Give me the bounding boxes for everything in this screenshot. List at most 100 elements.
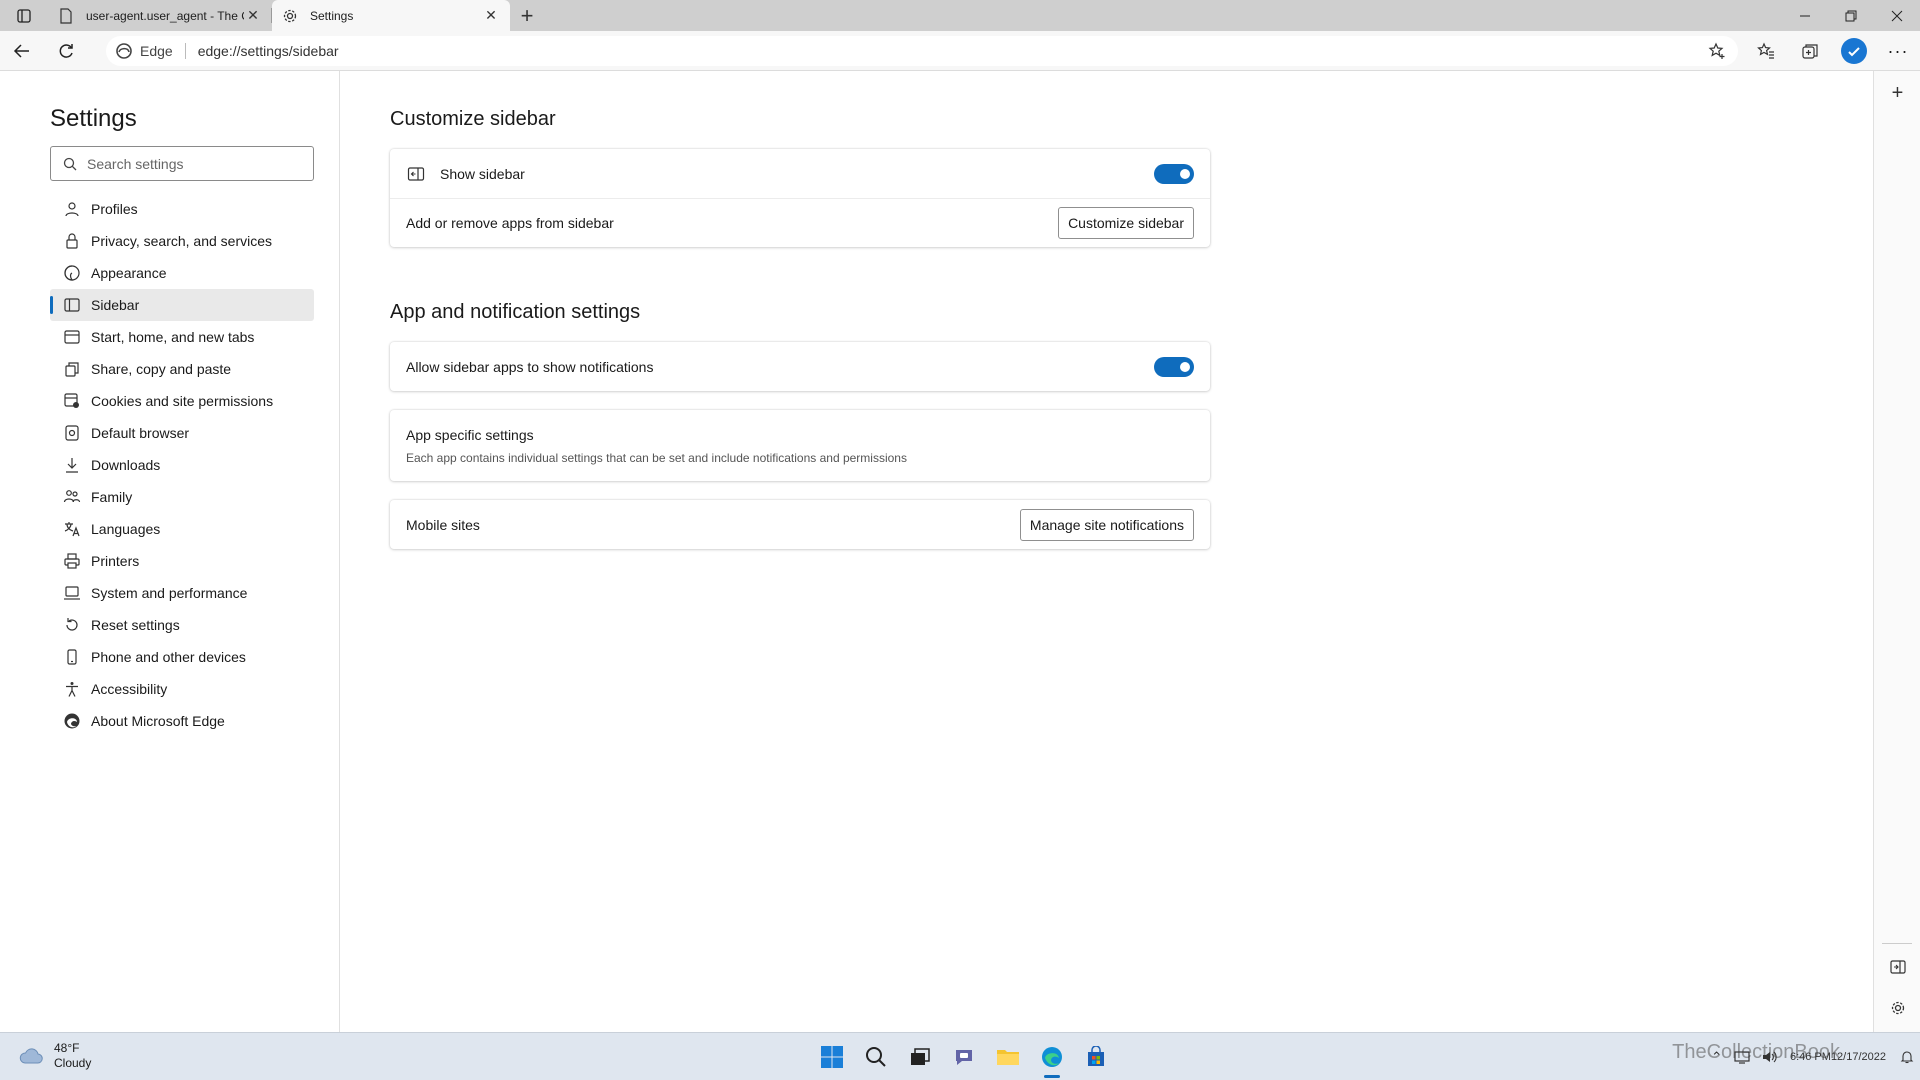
sidebar-item-appearance[interactable]: Appearance [50,257,314,289]
app-specific-description: Each app contains individual settings th… [406,450,907,465]
search-input[interactable] [87,155,287,172]
tab-user-agent[interactable]: user-agent.user_agent - The Coll ✕ [48,0,272,31]
collections-button[interactable] [1788,31,1832,71]
sidebar-item-about-microsoft-edge[interactable]: About Microsoft Edge [50,705,314,737]
customize-sidebar-button[interactable]: Customize sidebar [1058,207,1194,239]
gear-icon [282,8,298,24]
show-sidebar-label: Show sidebar [440,165,525,182]
allow-notifications-toggle[interactable] [1154,356,1194,377]
minimize-button[interactable] [1782,0,1828,31]
show-hidden-icons-button[interactable]: ⌃ [1705,1033,1728,1080]
refresh-button[interactable] [44,31,88,71]
back-button[interactable] [0,31,44,71]
start-button[interactable] [810,1035,854,1079]
divider [1882,943,1912,944]
profile-button[interactable] [1832,31,1876,71]
customize-card: Show sidebar Add or remove apps from sid… [390,149,1210,247]
sidebar-item-share-copy-and-paste[interactable]: Share, copy and paste [50,353,314,385]
sidebar-item-downloads[interactable]: Downloads [50,449,314,481]
mobile-sites-card: Mobile sites Manage site notifications [390,500,1210,549]
windows-taskbar: 48°F Cloudy TheCollectionBook ⌃ 6:46 PM … [0,1032,1920,1080]
sidebar-item-start-home-and-new-tabs[interactable]: Start, home, and new tabs [50,321,314,353]
sidebar-item-privacy-search-and-services[interactable]: Privacy, search, and services [50,225,314,257]
url-text[interactable]: edge://settings/sidebar [198,43,339,59]
search-icon [63,157,77,170]
page-title: Settings [50,105,137,132]
system-tray: ⌃ 6:46 PM 12/17/2022 [1705,1033,1920,1080]
sidebar-icon [406,164,426,184]
tab-title: Settings [310,8,354,23]
share-icon [63,360,81,378]
sidebar-item-family[interactable]: Family [50,481,314,513]
teams-chat-button[interactable] [942,1035,986,1079]
manage-site-notifications-button[interactable]: Manage site notifications [1019,508,1194,541]
sidebar-item-sidebar[interactable]: Sidebar [50,289,314,321]
tab-settings[interactable]: Settings ✕ [272,0,510,31]
close-icon[interactable]: ✕ [482,7,500,25]
search-icon [866,1047,886,1067]
chevron-up-icon: ⌃ [1711,1049,1722,1064]
hide-sidebar-button[interactable] [1874,949,1920,985]
toolbar-right: ··· [1744,31,1920,71]
add-sidebar-app-button[interactable]: + [1874,75,1920,111]
reset-icon [63,616,81,634]
sidebar-item-accessibility[interactable]: Accessibility [50,673,314,705]
plus-icon: + [520,2,534,28]
clock-time: 6:46 PM [1789,1050,1831,1063]
sidebar-item-printers[interactable]: Printers [50,545,314,577]
close-window-button[interactable] [1874,0,1920,31]
file-explorer-button[interactable] [986,1035,1030,1079]
sidebar-item-label: Printers [91,553,140,569]
notifications-button[interactable] [1894,1033,1920,1080]
favorites-button[interactable] [1744,31,1788,71]
search-box[interactable] [50,146,314,181]
app-specific-title: App specific settings [406,426,534,443]
sidebar-item-system-and-performance[interactable]: System and performance [50,577,314,609]
nav-list: Profiles Privacy, search, and services App… [50,193,314,737]
sidebar-item-label: Cookies and site permissions [91,393,274,409]
task-view-button[interactable] [898,1035,942,1079]
collections-icon [1802,44,1818,59]
page-icon [58,7,74,24]
new-tab-button[interactable]: + [510,0,544,31]
task-view-icon [911,1048,930,1065]
close-icon[interactable]: ✕ [244,7,262,25]
section-title-notifications: App and notification settings [390,301,641,323]
address-bar[interactable]: Edge edge://settings/sidebar [106,36,1738,66]
sidebar-item-reset-settings[interactable]: Reset settings [50,609,314,641]
tab-actions-button[interactable] [0,0,48,31]
more-menu-button[interactable]: ··· [1876,31,1920,71]
sidebar-item-phone-and-other-devices[interactable]: Phone and other devices [50,641,314,673]
site-info-badge[interactable]: Edge [116,43,185,59]
edge-logo-icon [63,712,81,730]
allow-notifications-row: Allow sidebar apps to show notifications [390,342,1210,391]
sidebar-item-label: Start, home, and new tabs [91,329,255,345]
speaker-icon [1762,1051,1777,1063]
sidebar-item-cookies-and-site-permissions[interactable]: Cookies and site permissions [50,385,314,417]
sidebar-item-profiles[interactable]: Profiles [50,193,314,225]
taskbar-search-button[interactable] [854,1035,898,1079]
show-sidebar-toggle[interactable] [1154,163,1194,184]
phone-icon [63,648,81,666]
store-button[interactable] [1074,1035,1118,1079]
accessibility-icon [63,680,81,698]
weather-condition: Cloudy [54,1056,92,1070]
cookies-icon [63,392,81,410]
clock-date: 12/17/2022 [1830,1050,1886,1063]
sidebar-item-label: About Microsoft Edge [91,713,225,729]
add-favorite-button[interactable] [1708,42,1726,63]
clock-button[interactable]: 6:46 PM 12/17/2022 [1784,1033,1894,1080]
network-button[interactable] [1728,1033,1756,1080]
restore-button[interactable] [1828,0,1874,31]
restore-icon [1845,10,1857,21]
volume-button[interactable] [1756,1033,1784,1080]
cloud-icon [19,1048,43,1064]
edge-taskbar-button[interactable] [1030,1035,1074,1079]
sidebar-item-languages[interactable]: Languages [50,513,314,545]
printer-icon [63,552,81,570]
sidebar-settings-button[interactable] [1874,990,1920,1026]
lock-icon [63,232,81,250]
weather-widget[interactable]: 48°F Cloudy [18,1041,91,1071]
sidebar-icon [63,296,81,314]
sidebar-item-default-browser[interactable]: Default browser [50,417,314,449]
